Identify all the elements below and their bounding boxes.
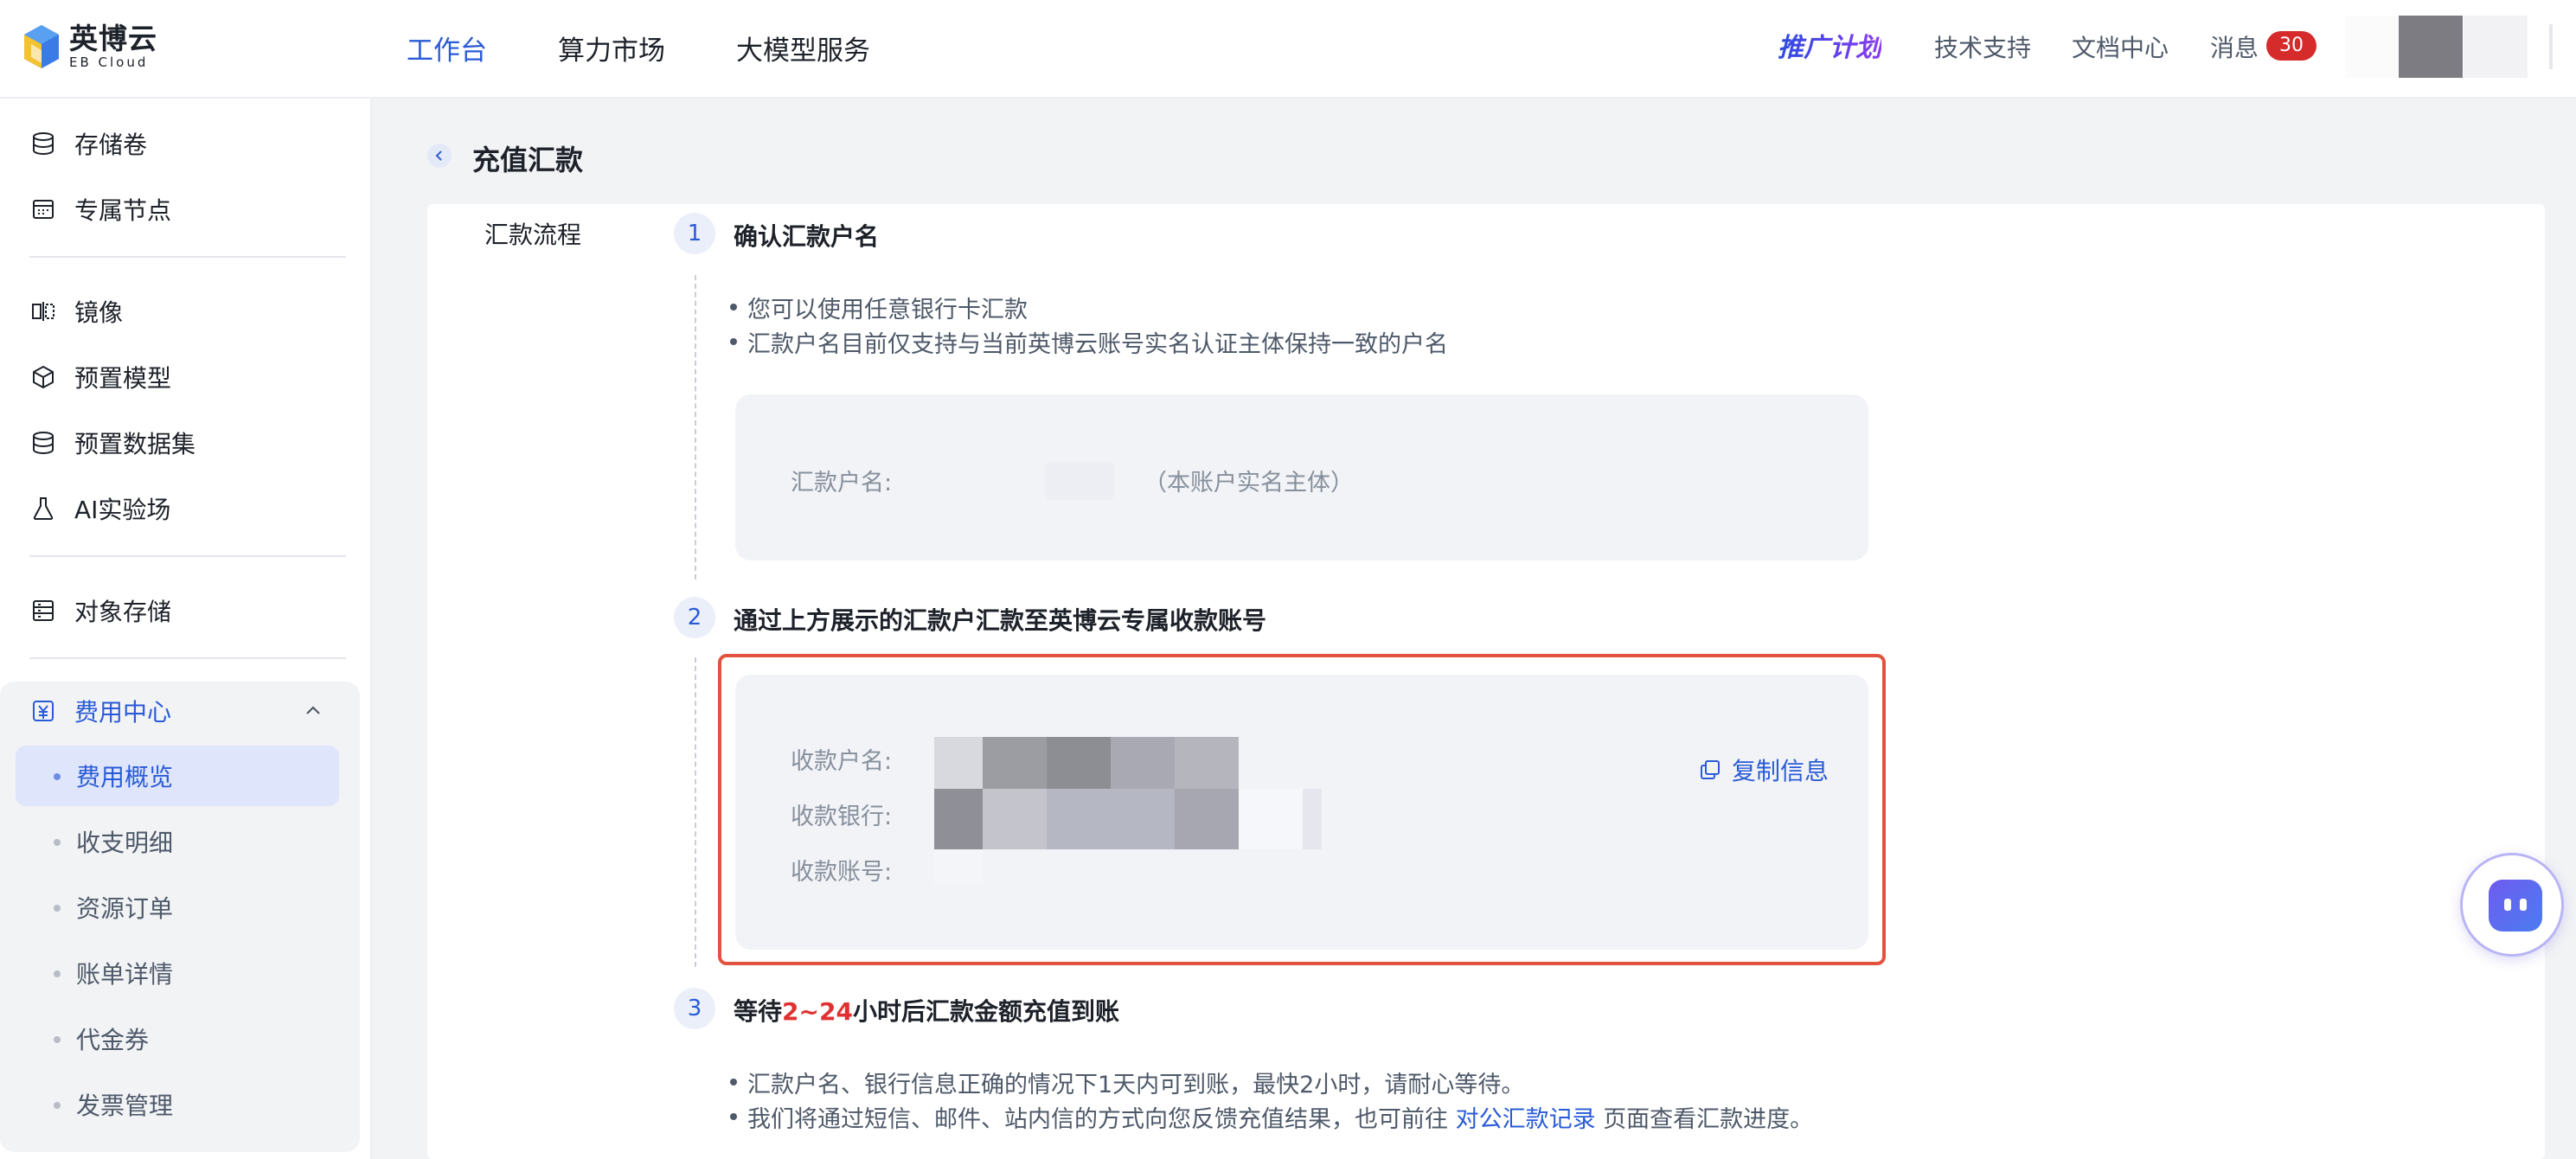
step-number: 2 [674, 597, 715, 638]
sidebar-item-dedicated-node[interactable]: 专属节点 [29, 185, 171, 234]
highlight-frame [718, 654, 1886, 965]
page-title: 充值汇款 [472, 144, 584, 176]
sidebar-divider [29, 657, 346, 659]
remitter-name-label: 汇款户名: [791, 470, 893, 496]
sidebar-item-label: 存储卷 [74, 131, 148, 159]
bullet-text: 我们将通过短信、邮件、站内信的方式向您反馈充值结果，也可前往 [747, 1106, 1448, 1133]
yuan-icon [33, 701, 54, 721]
sidebar: 存储卷 专属节点 镜像 预置模型 预置数据集 AI实验场 对象存储 费用中心 费… [0, 99, 372, 1159]
back-button[interactable] [427, 144, 452, 168]
sidebar-subitem-invoices[interactable]: 发票管理 [54, 1080, 174, 1129]
message-count-badge: 30 [2266, 31, 2316, 61]
sidebar-item-storage-volume[interactable]: 存储卷 [29, 119, 147, 168]
node-icon [33, 200, 54, 219]
brand-name-en: EB Cloud [69, 54, 149, 70]
database-icon [33, 132, 54, 156]
storage-icon [33, 600, 54, 621]
user-menu-edge [2549, 24, 2553, 69]
sidebar-item-label: 对象存储 [74, 598, 172, 626]
step-1-bullet: 您可以使用任意银行卡汇款 [730, 291, 1028, 324]
sidebar-item-preset-dataset[interactable]: 预置数据集 [29, 419, 195, 467]
sidebar-item-label: 预置数据集 [74, 430, 196, 458]
logo-mark-icon [22, 23, 61, 70]
sidebar-item-label: 镜像 [74, 298, 124, 327]
promo-plan-link[interactable]: 推广计划 [1778, 26, 1881, 64]
sidebar-subitem-bill-details[interactable]: 账单详情 [54, 949, 174, 997]
sidebar-item-fee-center[interactable]: 费用中心 [29, 687, 171, 735]
nav-compute-market[interactable]: 算力市场 [558, 29, 665, 67]
subitem-label: 资源订单 [76, 894, 174, 923]
fee-center-label: 费用中心 [74, 698, 172, 727]
nav-llm-service[interactable]: 大模型服务 [736, 29, 870, 67]
step-connector [695, 275, 696, 580]
subitem-label: 发票管理 [76, 1092, 174, 1120]
sidebar-item-object-storage[interactable]: 对象存储 [29, 586, 171, 635]
step-2-title: 通过上方展示的汇款户汇款至英博云专属收款账号 [734, 606, 1267, 635]
assistant-bot-button[interactable] [2460, 853, 2564, 957]
step-1-bullet: 汇款户名目前仅支持与当前英博云账号实名认证主体保持一致的户名 [730, 325, 1448, 359]
subitem-label: 收支明细 [76, 829, 174, 857]
brand-name-cn: 英博云 [69, 22, 157, 55]
sidebar-subitem-transactions[interactable]: 收支明细 [54, 817, 174, 866]
step-3-hours-highlight: 2~24 [782, 997, 853, 1026]
sidebar-subitem-vouchers[interactable]: 代金券 [54, 1015, 150, 1063]
user-name-redacted[interactable] [2464, 16, 2528, 78]
subitem-label: 费用概览 [76, 763, 174, 791]
corporate-remittance-records-link[interactable]: 对公汇款记录 [1456, 1106, 1596, 1133]
bot-icon [2489, 880, 2542, 932]
chevron-up-icon[interactable] [303, 701, 324, 721]
top-bar: 英博云 EB Cloud 工作台 算力市场 大模型服务 推广计划 技术支持 文档… [0, 0, 2576, 99]
nav-workbench[interactable]: 工作台 [407, 29, 487, 67]
flask-icon [33, 497, 54, 520]
sidebar-divider [29, 256, 346, 258]
step-number: 3 [674, 988, 715, 1029]
sidebar-item-ai-lab[interactable]: AI实验场 [29, 484, 170, 533]
tech-support-link[interactable]: 技术支持 [1934, 29, 2031, 64]
sidebar-item-label: 专属节点 [74, 196, 172, 225]
subitem-label: 账单详情 [76, 960, 174, 989]
step-1-title: 确认汇款户名 [734, 222, 880, 251]
user-area[interactable] [2346, 16, 2398, 78]
step-3-title-prefix: 等待 [734, 997, 783, 1026]
step-connector [695, 657, 696, 967]
sidebar-divider [29, 555, 346, 557]
step-number: 1 [674, 213, 715, 254]
active-item-highlight [16, 746, 339, 806]
remitter-name-redacted [1045, 462, 1114, 500]
avatar[interactable] [2399, 16, 2463, 78]
step-3-title: 等待2~24小时后汇款金额充值到账 [734, 993, 1119, 1028]
sidebar-subitem-resource-orders[interactable]: 资源订单 [54, 883, 174, 932]
step-3-bullet: 我们将通过短信、邮件、站内信的方式向您反馈充值结果，也可前往 对公汇款记录 页面… [729, 1100, 1814, 1134]
dataset-icon [33, 432, 54, 455]
step-3-title-suffix: 小时后汇款金额充值到账 [852, 997, 1119, 1026]
docs-center-link[interactable]: 文档中心 [2072, 29, 2169, 64]
subitem-label: 代金券 [76, 1026, 150, 1054]
sidebar-item-label: 预置模型 [74, 364, 172, 393]
sidebar-item-preset-model[interactable]: 预置模型 [29, 353, 171, 401]
chevron-left-icon [435, 150, 442, 161]
bullet-text: 页面查看汇款进度。 [1603, 1106, 1814, 1133]
remitter-note: （本账户实名主体） [1144, 470, 1354, 496]
cube-icon [33, 366, 54, 388]
mirror-icon [32, 302, 54, 321]
main-nav: 工作台 算力市场 大模型服务 [407, 0, 941, 95]
step-3-bullet: 汇款户名、银行信息正确的情况下1天内可到账，最快2小时，请耐心等待。 [729, 1066, 1524, 1099]
brand-logo[interactable]: 英博云 EB Cloud [22, 21, 157, 73]
sidebar-item-label: AI实验场 [74, 496, 171, 524]
sidebar-subitem-fee-overview[interactable]: 费用概览 [54, 752, 174, 800]
sidebar-item-image[interactable]: 镜像 [29, 287, 123, 336]
messages-link[interactable]: 消息 [2210, 29, 2259, 64]
flow-label: 汇款流程 [484, 221, 582, 249]
